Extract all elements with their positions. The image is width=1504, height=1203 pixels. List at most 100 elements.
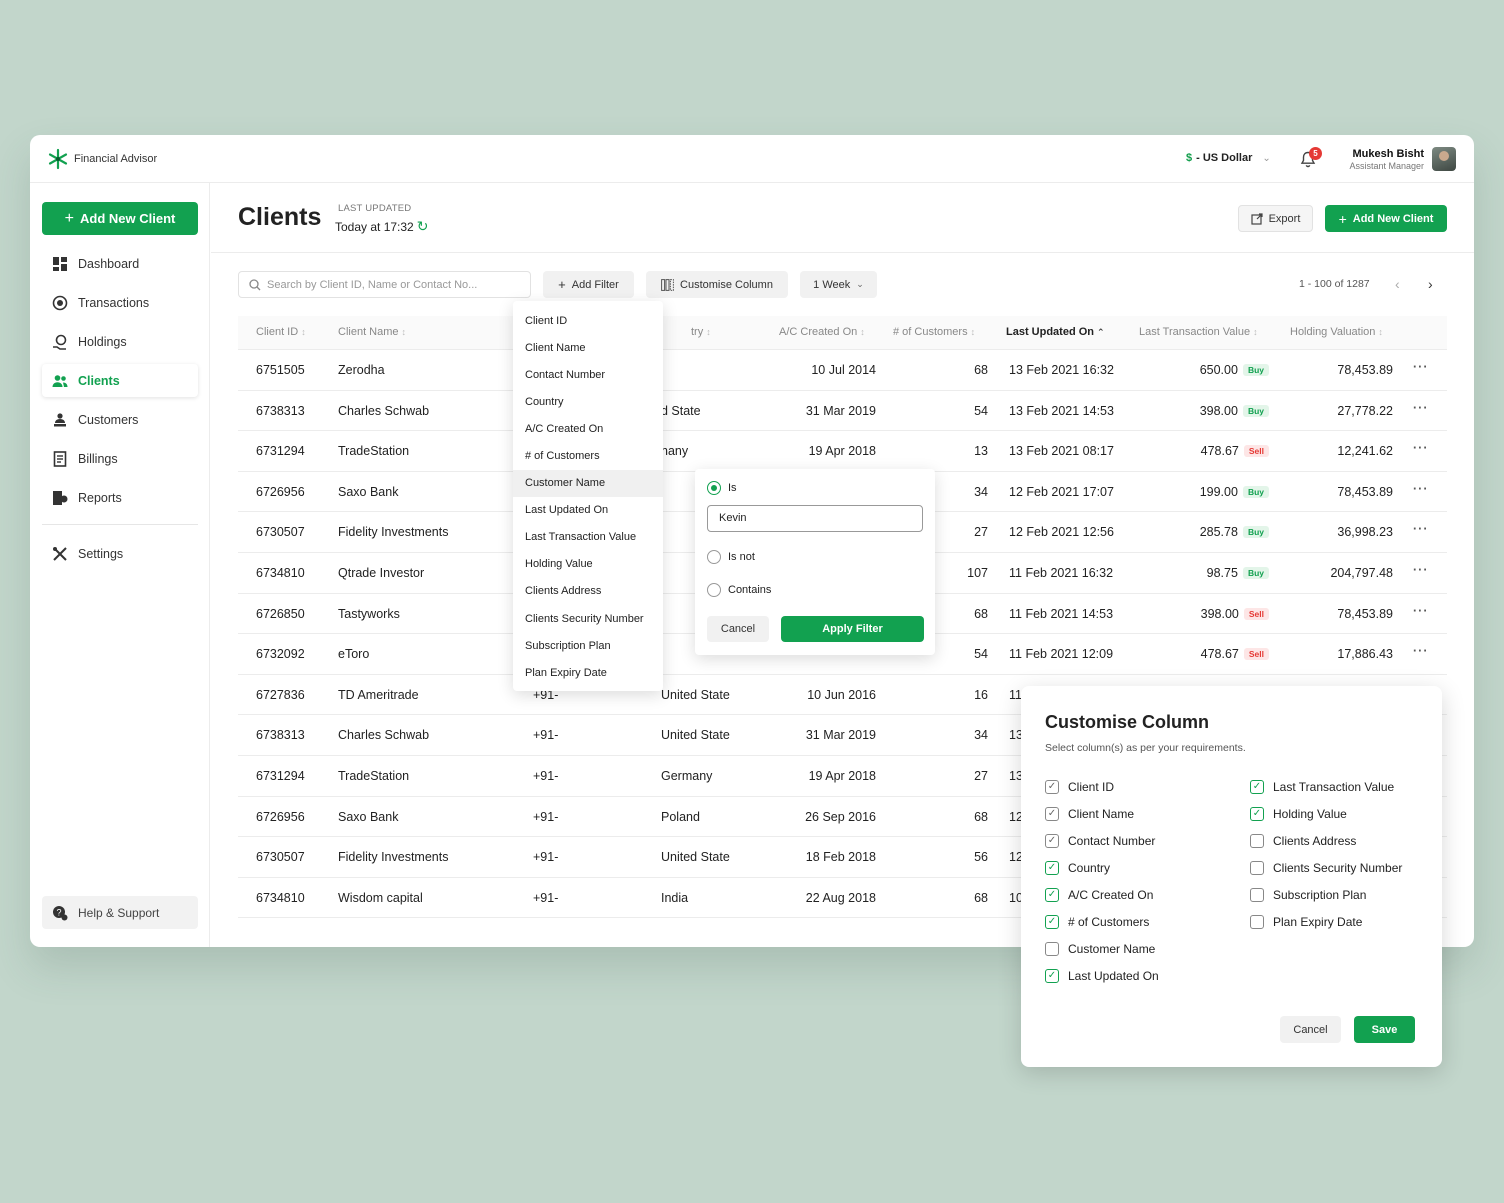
dropdown-item[interactable]: Clients Address [513, 578, 663, 605]
checkbox-checked-icon[interactable]: ✓ [1045, 887, 1059, 902]
checkbox-icon[interactable] [1250, 914, 1264, 929]
more-options-icon[interactable]: ··· [1413, 360, 1429, 374]
sidebar-item-clients[interactable]: Clients [42, 364, 198, 397]
dropdown-item[interactable]: Client Name [513, 334, 663, 361]
radio-is[interactable]: Is [707, 481, 737, 495]
sidebar-item-dashboard[interactable]: Dashboard [42, 247, 198, 280]
sidebar-add-client-button[interactable]: + Add New Client [42, 202, 198, 235]
sidebar-item-transactions[interactable]: Transactions [42, 286, 198, 319]
table-row[interactable]: 6751505Zerodha+910 Jul 20146813 Feb 2021… [238, 350, 1447, 391]
checkbox-icon[interactable] [1250, 887, 1264, 902]
filter-condition-popover: Is Kevin Is not Contains Cancel Apply Fi… [695, 469, 935, 655]
column-option[interactable]: ✓ Holding Value [1250, 800, 1402, 827]
dropdown-item[interactable]: A/C Created On [513, 415, 663, 442]
more-options-icon[interactable]: ··· [1413, 563, 1429, 577]
currency-symbol: $ [1186, 152, 1193, 164]
checkbox-icon[interactable] [1045, 941, 1059, 956]
export-button[interactable]: Export [1238, 205, 1313, 232]
column-header-last-transaction[interactable]: Last Transaction Value ↕ [1139, 326, 1258, 338]
column-header-created-on[interactable]: A/C Created On ↕ [779, 326, 865, 338]
cell-client-id: 6726956 [256, 809, 305, 824]
checkbox-checked-icon[interactable]: ✓ [1250, 779, 1264, 794]
column-option[interactable]: ✓ Client Name [1045, 800, 1159, 827]
table-row[interactable]: 6731294TradeStation+9nany19 Apr 20181313… [238, 431, 1447, 472]
more-options-icon[interactable]: ··· [1413, 441, 1429, 455]
dropdown-item[interactable]: Customer Name [513, 469, 663, 497]
checkbox-checked-icon[interactable]: ✓ [1045, 914, 1059, 929]
filter-cancel-button[interactable]: Cancel [707, 616, 769, 642]
filter-value-input[interactable]: Kevin [707, 505, 923, 532]
column-header-last-updated[interactable]: Last Updated On ⌃ [1006, 326, 1105, 338]
column-option[interactable]: Plan Expiry Date [1250, 908, 1402, 935]
notifications-button[interactable]: 5 [1300, 147, 1322, 169]
dropdown-item[interactable]: Contact Number [513, 361, 663, 388]
column-option[interactable]: Subscription Plan [1250, 881, 1402, 908]
sidebar-item-billings[interactable]: Billings [42, 442, 198, 475]
dropdown-item[interactable]: Plan Expiry Date [513, 659, 663, 686]
header-add-client-button[interactable]: + Add New Client [1325, 205, 1447, 232]
more-options-icon[interactable]: ··· [1413, 482, 1429, 496]
more-options-icon[interactable]: ··· [1413, 604, 1429, 618]
column-header-client-name[interactable]: Client Name ↕ [338, 326, 406, 338]
sidebar-item-settings[interactable]: Settings [42, 537, 198, 570]
customise-column-button[interactable]: Customise Column [646, 271, 788, 298]
radio-contains[interactable]: Contains [707, 583, 771, 597]
help-support-button[interactable]: ? Help & Support [42, 896, 198, 929]
checkbox-icon[interactable] [1250, 860, 1264, 875]
checkbox-checked-icon[interactable]: ✓ [1045, 833, 1059, 848]
column-option[interactable]: ✓ A/C Created On [1045, 881, 1159, 908]
checkbox-checked-icon[interactable]: ✓ [1250, 806, 1264, 821]
more-options-icon[interactable]: ··· [1413, 401, 1429, 415]
dropdown-item[interactable]: Client ID [513, 307, 663, 334]
sidebar-item-customers[interactable]: Customers [42, 403, 198, 436]
radio-is-not[interactable]: Is not [707, 550, 755, 564]
column-header-country[interactable]: try ↕ [691, 326, 711, 338]
column-header-customers[interactable]: # of Customers ↕ [893, 326, 975, 338]
dropdown-item[interactable]: Country [513, 388, 663, 415]
cell-client-id: 6751505 [256, 363, 305, 377]
column-option[interactable]: Clients Security Number [1250, 854, 1402, 881]
apply-filter-button[interactable]: Apply Filter [781, 616, 924, 642]
brand[interactable]: Financial Advisor [48, 148, 157, 170]
column-option[interactable]: Customer Name [1045, 935, 1159, 962]
table-row[interactable]: 6738313Charles Schwab+9d State31 Mar 201… [238, 391, 1447, 432]
checkbox-icon[interactable] [1250, 833, 1264, 848]
dropdown-item[interactable]: Subscription Plan [513, 632, 663, 659]
checkbox-checked-icon[interactable]: ✓ [1045, 779, 1059, 794]
dropdown-item[interactable]: # of Customers [513, 442, 663, 469]
more-options-icon[interactable]: ··· [1413, 522, 1429, 536]
sidebar-item-reports[interactable]: Reports [42, 481, 198, 514]
period-select[interactable]: 1 Week ⌄ [800, 271, 877, 298]
dropdown-item[interactable]: Last Transaction Value [513, 524, 663, 551]
dropdown-item[interactable]: Last Updated On [513, 497, 663, 524]
dropdown-item[interactable]: Holding Value [513, 551, 663, 578]
more-options-icon[interactable]: ··· [1413, 644, 1429, 658]
column-option[interactable]: ✓ Last Transaction Value [1250, 773, 1402, 800]
column-header-client-id[interactable]: Client ID ↕ [256, 326, 306, 338]
panel-cancel-button[interactable]: Cancel [1280, 1016, 1341, 1043]
checkbox-checked-icon[interactable]: ✓ [1045, 860, 1059, 875]
sidebar-item-holdings[interactable]: Holdings [42, 325, 198, 358]
currency-selector[interactable]: $ - US Dollar ⌄ [1186, 152, 1271, 164]
column-option[interactable]: Clients Address [1250, 827, 1402, 854]
column-option[interactable]: ✓ # of Customers [1045, 908, 1159, 935]
chevron-left-icon[interactable]: ‹ [1395, 276, 1400, 292]
column-options-left: ✓ Client ID ✓ Client Name ✓ Contact Number ✓ Co… [1045, 773, 1159, 989]
column-option[interactable]: ✓ Last Updated On [1045, 962, 1159, 989]
column-option[interactable]: ✓ Country [1045, 854, 1159, 881]
checkbox-checked-icon[interactable]: ✓ [1045, 968, 1059, 983]
column-option[interactable]: ✓ Client ID [1045, 773, 1159, 800]
refresh-icon[interactable]: ↻ [417, 218, 429, 235]
search-input[interactable]: Search by Client ID, Name or Contact No.… [238, 271, 531, 298]
add-filter-button[interactable]: + Add Filter [543, 271, 634, 298]
panel-save-button[interactable]: Save [1354, 1016, 1415, 1043]
cell-client-id: 6731294 [256, 768, 305, 783]
checkbox-checked-icon[interactable]: ✓ [1045, 806, 1059, 821]
chevron-right-icon[interactable]: › [1428, 276, 1433, 292]
dropdown-item[interactable]: Clients Security Number [513, 605, 663, 632]
column-header-holding[interactable]: Holding Valuation ↕ [1290, 326, 1383, 338]
user-info[interactable]: Mukesh Bisht Assistant Manager [1330, 148, 1424, 171]
column-option[interactable]: ✓ Contact Number [1045, 827, 1159, 854]
avatar[interactable] [1432, 147, 1456, 171]
status-badge: Buy [1242, 404, 1269, 417]
